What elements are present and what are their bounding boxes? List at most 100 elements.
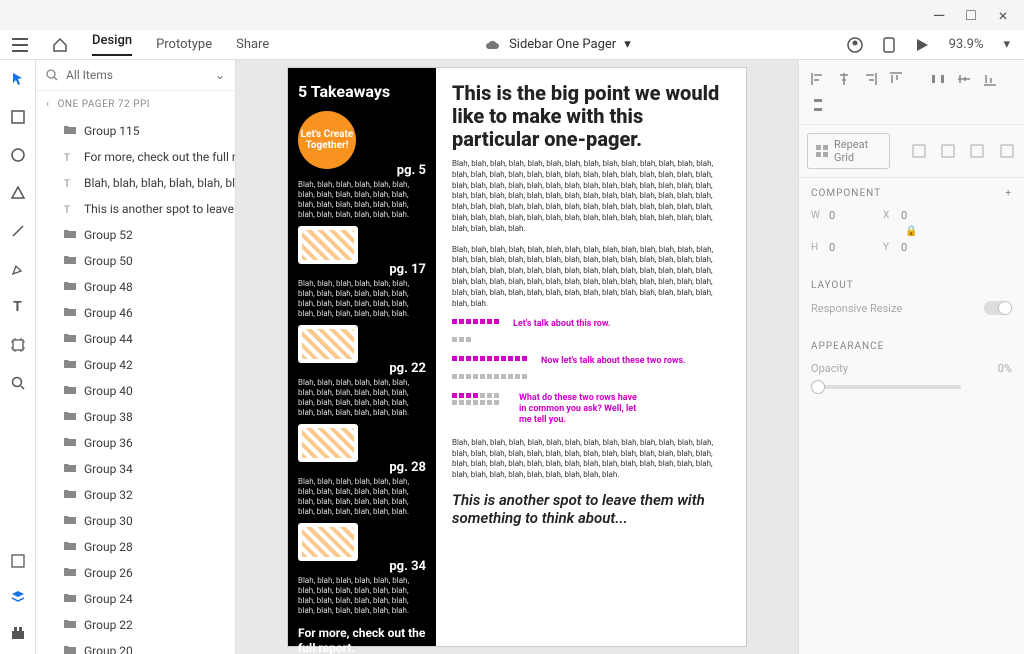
exclude-icon[interactable] bbox=[997, 140, 1016, 162]
folder-icon bbox=[64, 281, 76, 293]
distribute-v-icon[interactable] bbox=[807, 94, 829, 116]
layer-row[interactable]: Group 50 bbox=[36, 248, 235, 274]
repeat-grid-button[interactable]: Repeat Grid bbox=[807, 133, 890, 169]
responsive-toggle[interactable] bbox=[984, 301, 1012, 315]
lock-icon[interactable]: 🔒 bbox=[799, 226, 1024, 237]
layer-row[interactable]: Group 20 bbox=[36, 638, 235, 654]
align-top-icon[interactable] bbox=[885, 68, 907, 90]
y-input[interactable] bbox=[901, 241, 949, 254]
svg-text:T: T bbox=[64, 179, 70, 189]
align-right-icon[interactable] bbox=[859, 68, 881, 90]
line-tool-icon[interactable] bbox=[7, 220, 29, 242]
align-middle-icon[interactable] bbox=[953, 68, 975, 90]
align-center-h-icon[interactable] bbox=[833, 68, 855, 90]
text-tool-icon[interactable]: T bbox=[7, 296, 29, 318]
plus-icon[interactable]: + bbox=[1005, 188, 1012, 199]
layer-row[interactable]: Group 46 bbox=[36, 300, 235, 326]
layer-row[interactable]: Group 115 bbox=[36, 118, 235, 144]
layer-row[interactable]: Group 52 bbox=[36, 222, 235, 248]
maximize-icon[interactable]: □ bbox=[964, 8, 978, 22]
opacity-slider[interactable] bbox=[811, 385, 961, 389]
layer-row[interactable]: Group 36 bbox=[36, 430, 235, 456]
layer-label: Group 20 bbox=[84, 644, 133, 654]
layer-label: Group 52 bbox=[84, 228, 133, 242]
assets-icon[interactable] bbox=[7, 550, 29, 572]
tab-prototype[interactable]: Prototype bbox=[156, 37, 212, 52]
folder-icon bbox=[64, 645, 76, 654]
appearance-section-label: APPEARANCE bbox=[811, 341, 884, 352]
height-input[interactable] bbox=[829, 241, 877, 254]
chevron-down-icon[interactable]: ⌄ bbox=[215, 68, 225, 82]
close-icon[interactable]: × bbox=[996, 8, 1010, 22]
topbar: Design Prototype Share Sidebar One Pager… bbox=[0, 30, 1024, 60]
breadcrumb[interactable]: ONE PAGER 72 PPI bbox=[58, 99, 150, 110]
intersect-icon[interactable] bbox=[968, 140, 987, 162]
blurb: Blah, blah, blah, blah, blah, blah, blah… bbox=[298, 378, 426, 418]
page-ref: pg. 34 bbox=[298, 559, 426, 574]
search-icon bbox=[46, 69, 58, 81]
checkout-text: For more, check out the full report. bbox=[298, 626, 426, 654]
select-tool-icon[interactable] bbox=[7, 68, 29, 90]
component-section-label: COMPONENT bbox=[811, 188, 881, 199]
layer-row[interactable]: Group 28 bbox=[36, 534, 235, 560]
closing-text: This is another spot to leave them with … bbox=[452, 491, 730, 527]
polygon-tool-icon[interactable] bbox=[7, 182, 29, 204]
artboard-main: This is the big point we would like to m… bbox=[436, 68, 746, 646]
layer-row[interactable]: Group 42 bbox=[36, 352, 235, 378]
layer-row[interactable]: Group 44 bbox=[36, 326, 235, 352]
play-icon[interactable] bbox=[915, 38, 929, 52]
align-left-icon[interactable] bbox=[807, 68, 829, 90]
layer-row[interactable]: Group 24 bbox=[36, 586, 235, 612]
home-icon[interactable] bbox=[52, 37, 68, 53]
artboard-tool-icon[interactable] bbox=[7, 334, 29, 356]
layer-row[interactable]: Group 48 bbox=[36, 274, 235, 300]
layer-row[interactable]: Group 38 bbox=[36, 404, 235, 430]
tab-share[interactable]: Share bbox=[236, 37, 269, 52]
tab-design[interactable]: Design bbox=[92, 33, 132, 56]
layer-row[interactable]: TBlah, blah, blah, blah, blah, blah,... bbox=[36, 170, 235, 196]
x-input[interactable] bbox=[901, 209, 949, 222]
layer-row[interactable]: TFor more, check out the full report. bbox=[36, 144, 235, 170]
blurb: Blah, blah, blah, blah, blah, blah, blah… bbox=[298, 279, 426, 319]
canvas[interactable]: 5 Takeaways Let's Create Together! pg. 5… bbox=[236, 60, 798, 654]
h-label: H bbox=[811, 242, 823, 253]
align-bottom-icon[interactable] bbox=[979, 68, 1001, 90]
layers-icon[interactable] bbox=[7, 586, 29, 608]
chevron-down-icon[interactable]: ▾ bbox=[1003, 37, 1010, 52]
page-ref: pg. 22 bbox=[298, 361, 426, 376]
layer-row[interactable]: TThis is another spot to leave the... bbox=[36, 196, 235, 222]
pen-tool-icon[interactable] bbox=[7, 258, 29, 280]
ellipse-tool-icon[interactable] bbox=[7, 144, 29, 166]
mobile-preview-icon[interactable] bbox=[883, 37, 895, 53]
layer-row[interactable]: Group 22 bbox=[36, 612, 235, 638]
plugins-icon[interactable] bbox=[7, 622, 29, 644]
artboard-sidebar: 5 Takeaways Let's Create Together! pg. 5… bbox=[288, 68, 436, 646]
folder-icon bbox=[64, 619, 76, 631]
page-ref: pg. 28 bbox=[298, 460, 426, 475]
add-icon[interactable] bbox=[910, 140, 929, 162]
distribute-h-icon[interactable] bbox=[927, 68, 949, 90]
layer-row[interactable]: Group 40 bbox=[36, 378, 235, 404]
layer-label: Group 48 bbox=[84, 280, 133, 294]
width-input[interactable] bbox=[829, 209, 877, 222]
layer-row[interactable]: Group 32 bbox=[36, 482, 235, 508]
folder-icon bbox=[64, 229, 76, 241]
layer-row[interactable]: Group 34 bbox=[36, 456, 235, 482]
layer-row[interactable]: Group 30 bbox=[36, 508, 235, 534]
chevron-down-icon[interactable]: ▾ bbox=[624, 37, 631, 52]
user-icon[interactable] bbox=[847, 37, 863, 53]
subtract-icon[interactable] bbox=[939, 140, 958, 162]
layer-search[interactable]: All Items ⌄ bbox=[36, 60, 235, 91]
zoom-value[interactable]: 93.9% bbox=[949, 37, 984, 52]
menu-icon[interactable] bbox=[12, 38, 28, 52]
zoom-tool-icon[interactable] bbox=[7, 372, 29, 394]
back-icon[interactable]: ‹ bbox=[46, 99, 50, 110]
layer-row[interactable]: Group 26 bbox=[36, 560, 235, 586]
folder-icon bbox=[64, 333, 76, 345]
artboard[interactable]: 5 Takeaways Let's Create Together! pg. 5… bbox=[288, 68, 746, 646]
opacity-value: 0% bbox=[998, 362, 1012, 375]
minimize-icon[interactable]: — bbox=[932, 8, 946, 22]
rectangle-tool-icon[interactable] bbox=[7, 106, 29, 128]
document-title[interactable]: Sidebar One Pager bbox=[509, 37, 616, 52]
layer-label: Group 22 bbox=[84, 618, 133, 632]
